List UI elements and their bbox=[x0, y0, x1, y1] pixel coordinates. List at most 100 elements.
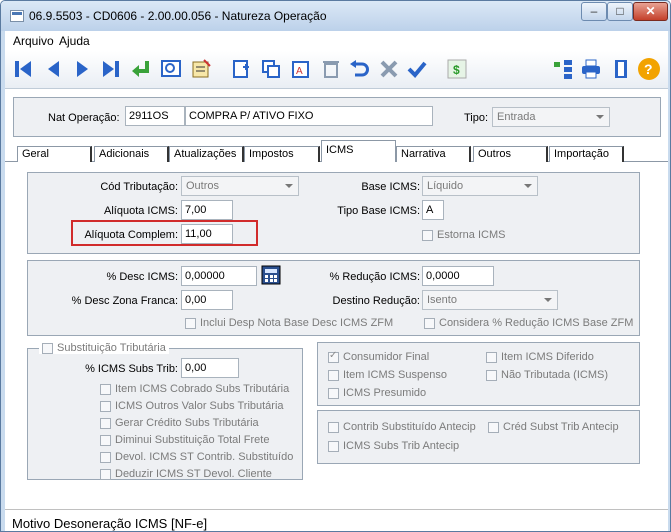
svg-text:A: A bbox=[296, 66, 303, 77]
inclui-desp-label: Inclui Desp Nota Base Desc ICMS ZFM bbox=[200, 317, 394, 329]
close-button[interactable]: ✕ bbox=[633, 2, 668, 21]
subst-item-3-checkbox[interactable]: Diminui Substituição Total Frete bbox=[100, 434, 269, 446]
currency-icon[interactable]: $ bbox=[445, 57, 469, 81]
last-record-icon[interactable] bbox=[99, 57, 123, 81]
considera-reducao-checkbox[interactable]: Considera % Redução ICMS Base ZFM bbox=[424, 317, 633, 329]
subst-item-4-checkbox[interactable]: Devol. ICMS ST Contrib. Substituído bbox=[100, 451, 293, 463]
highlight-box bbox=[71, 220, 258, 246]
edit-list-icon[interactable] bbox=[189, 57, 213, 81]
item-diferido-checkbox[interactable]: Item ICMS Diferido bbox=[486, 351, 594, 363]
icms-presumido-label: ICMS Presumido bbox=[343, 387, 427, 399]
icms-tab-body: Cód Tributação: Outros Base ICMS: Líquid… bbox=[19, 162, 649, 506]
tipo-select[interactable]: Entrada bbox=[492, 107, 610, 127]
icms-subs-trib-field[interactable]: 0,00 bbox=[181, 358, 239, 378]
subst-item-5-label: Deduzir ICMS ST Devol. Cliente bbox=[115, 468, 272, 480]
nat-operacao-code-field[interactable]: 2911OS bbox=[125, 106, 185, 126]
cod-trib-value: Outros bbox=[186, 180, 220, 192]
contrib-antecip-label: Contrib Substituído Antecip bbox=[343, 421, 476, 433]
calculator-icon[interactable] bbox=[261, 265, 281, 285]
previous-record-icon[interactable] bbox=[41, 57, 65, 81]
icms-base-panel: Cód Tributação: Outros Base ICMS: Líquid… bbox=[27, 172, 640, 254]
desc-icms-field[interactable]: 0,00000 bbox=[181, 266, 257, 286]
item-suspenso-label: Item ICMS Suspenso bbox=[343, 369, 447, 381]
tipo-base-icms-field[interactable]: A bbox=[422, 200, 444, 220]
consumidor-final-checkbox[interactable]: Consumidor Final bbox=[328, 350, 430, 363]
contrib-antecip-checkbox[interactable]: Contrib Substituído Antecip bbox=[328, 421, 476, 433]
icms-subs-trib-label: % ICMS Subs Trib: bbox=[85, 363, 178, 375]
nao-tributada-checkbox[interactable]: Não Tributada (ICMS) bbox=[486, 369, 608, 381]
nao-tributada-label: Não Tributada (ICMS) bbox=[501, 369, 608, 381]
window-title: 06.9.5503 - CD0606 - 2.00.00.056 - Natur… bbox=[29, 9, 327, 23]
subst-trib-label: Substituição Tributária bbox=[57, 342, 166, 354]
subst-item-2-checkbox[interactable]: Gerar Crédito Subs Tributária bbox=[100, 417, 259, 429]
cancel-icon[interactable] bbox=[377, 57, 401, 81]
inclui-desp-checkbox[interactable]: Inclui Desp Nota Base Desc ICMS ZFM bbox=[185, 317, 393, 329]
subst-item-3-label: Diminui Substituição Total Frete bbox=[115, 434, 270, 446]
menu-ajuda[interactable]: Ajuda bbox=[59, 34, 90, 48]
tab-impostos[interactable]: Impostos bbox=[244, 146, 320, 162]
tab-icms[interactable]: ICMS bbox=[321, 140, 396, 162]
menu-arquivo[interactable]: Arquivo bbox=[13, 34, 54, 48]
print-icon[interactable] bbox=[579, 57, 603, 81]
minimize-button[interactable]: ‒ bbox=[581, 2, 607, 21]
tipo-value: Entrada bbox=[497, 111, 536, 123]
substituicao-panel: % ICMS Subs Trib: 0,00 Item ICMS Cobrado… bbox=[27, 348, 303, 480]
subst-item-0-checkbox[interactable]: Item ICMS Cobrado Subs Tributária bbox=[100, 383, 289, 395]
exit-icon[interactable] bbox=[609, 57, 633, 81]
tree-icon[interactable] bbox=[551, 57, 575, 81]
tipo-base-icms-label: Tipo Base ICMS: bbox=[337, 205, 420, 217]
cred-antecip-label: Créd Subst Trib Antecip bbox=[503, 421, 619, 433]
copy-icon[interactable] bbox=[259, 57, 283, 81]
base-icms-select[interactable]: Líquido bbox=[422, 176, 538, 196]
aliquota-icms-field[interactable]: 7,00 bbox=[181, 200, 233, 220]
reducao-icms-field[interactable]: 0,0000 bbox=[422, 266, 494, 286]
first-record-icon[interactable] bbox=[11, 57, 35, 81]
tab-adicionais[interactable]: Adicionais bbox=[94, 146, 169, 162]
item-diferido-label: Item ICMS Diferido bbox=[501, 351, 594, 363]
subst-item-0-label: Item ICMS Cobrado Subs Tributária bbox=[115, 383, 290, 395]
tab-geral[interactable]: Geral bbox=[17, 146, 92, 162]
consumidor-panel: Consumidor Final Item ICMS Diferido Item… bbox=[317, 342, 640, 406]
delete-icon[interactable] bbox=[319, 57, 343, 81]
cod-trib-label: Cód Tributação: bbox=[100, 181, 178, 193]
tab-atualizacoes[interactable]: Atualizações bbox=[169, 146, 244, 162]
search-icon[interactable] bbox=[159, 57, 183, 81]
maximize-button[interactable]: □ bbox=[607, 2, 633, 21]
help-icon[interactable]: ? bbox=[637, 57, 661, 81]
icms-presumido-checkbox[interactable]: ICMS Presumido bbox=[328, 387, 426, 399]
menu-bar: Arquivo Ajuda bbox=[5, 31, 668, 51]
base-icms-value: Líquido bbox=[427, 180, 464, 192]
return-icon[interactable] bbox=[129, 57, 153, 81]
cred-antecip-checkbox[interactable]: Créd Subst Trib Antecip bbox=[488, 421, 619, 433]
svg-text:$: $ bbox=[453, 63, 460, 77]
edit-icon[interactable]: A bbox=[289, 57, 313, 81]
desc-zona-franca-field[interactable]: 0,00 bbox=[181, 290, 233, 310]
subst-item-5-checkbox[interactable]: Deduzir ICMS ST Devol. Cliente bbox=[100, 468, 272, 480]
undo-icon[interactable] bbox=[347, 57, 371, 81]
considera-reducao-label: Considera % Redução ICMS Base ZFM bbox=[439, 317, 634, 329]
estorna-icms-checkbox[interactable]: Estorna ICMS bbox=[422, 229, 505, 241]
tab-importacao[interactable]: Importação bbox=[549, 146, 624, 162]
item-suspenso-checkbox[interactable]: Item ICMS Suspenso bbox=[328, 369, 447, 381]
subst-trib-checkbox[interactable]: Substituição Tributária bbox=[39, 342, 169, 354]
icms-subs-antecip-checkbox[interactable]: ICMS Subs Trib Antecip bbox=[328, 440, 459, 452]
subst-item-1-checkbox[interactable]: ICMS Outros Valor Subs Tributária bbox=[100, 400, 284, 412]
cod-trib-select[interactable]: Outros bbox=[181, 176, 299, 196]
subst-item-1-label: ICMS Outros Valor Subs Tributária bbox=[115, 400, 284, 412]
confirm-icon[interactable] bbox=[405, 57, 429, 81]
new-record-icon[interactable] bbox=[229, 57, 253, 81]
toolbar: A $ ? bbox=[5, 51, 668, 89]
destino-reducao-select[interactable]: Isento bbox=[422, 290, 558, 310]
base-icms-label: Base ICMS: bbox=[361, 181, 420, 193]
next-record-icon[interactable] bbox=[71, 57, 95, 81]
header-panel: Nat Operação: 2911OS COMPRA P/ ATIVO FIX… bbox=[13, 97, 661, 137]
reducao-icms-label: % Redução ICMS: bbox=[329, 271, 420, 283]
consumidor-final-label: Consumidor Final bbox=[343, 351, 430, 363]
nat-operacao-desc-field[interactable]: COMPRA P/ ATIVO FIXO bbox=[185, 106, 433, 126]
destino-reducao-label: Destino Redução: bbox=[332, 295, 420, 307]
subst-item-4-label: Devol. ICMS ST Contrib. Substituído bbox=[115, 451, 294, 463]
tab-narrativa[interactable]: Narrativa bbox=[396, 146, 471, 162]
tab-outros[interactable]: Outros bbox=[473, 146, 548, 162]
desc-reducao-panel: % Desc ICMS: 0,00000 % Redução ICMS: 0,0… bbox=[27, 260, 640, 336]
estorna-icms-label: Estorna ICMS bbox=[437, 229, 506, 241]
